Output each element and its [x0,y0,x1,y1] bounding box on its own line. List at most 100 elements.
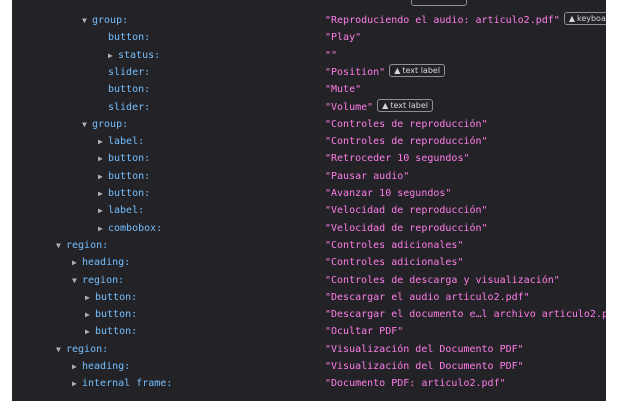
role-label: ▶ combobox: [98,220,162,237]
role-text: button: [95,326,138,338]
accessible-name: "Mute" [325,81,361,98]
tree-row[interactable]: ▶ internal frame: "Documento PDF: articulo… [12,375,606,392]
accessible-name: "Retroceder 10 segundos" [325,150,470,167]
name-text: "Visualización del Documento PDF" [325,343,524,355]
triangle-right-icon[interactable]: ▶ [98,150,108,167]
tree-row[interactable]: ▶ combobox: "Velocidad de reproducción" [12,220,606,237]
triangle-right-icon[interactable]: ▶ [98,185,108,202]
role-label: ▼ group: [82,12,128,29]
accessible-name: "Descargar el audio articulo2.pdf" [325,289,530,306]
role-text: button: [95,291,138,303]
role-label: slider: [108,64,150,81]
name-text: "Position" [325,66,386,78]
accessible-name: "Visualización del Documento PDF" [325,358,524,375]
name-text: "Pausar audio" [325,170,410,182]
role-label: ▶ label: [98,202,144,219]
role-label: ▶ label: [98,133,144,150]
name-text: "Controles de descarga y visualización" [325,274,560,286]
accessible-name: "Ocultar PDF" [325,323,403,340]
name-text: "Velocidad de reproducción" [325,205,488,217]
tree-row[interactable]: ▶ button: "Ocultar PDF" [12,323,606,340]
name-text: "Controles de reproducción" [325,136,488,148]
triangle-right-icon[interactable]: ▶ [98,133,108,150]
role-label: ▶ heading: [72,358,130,375]
triangle-right-icon[interactable]: ▶ [72,254,82,271]
triangle-right-icon[interactable]: ▶ [72,375,82,392]
name-text: "Mute" [325,84,362,96]
triangle-down-icon[interactable]: ▼ [56,237,66,254]
tree-row[interactable]: ▶ heading: "Controles adicionales" [12,254,606,271]
accessible-name: "Controles de reproducción" [325,133,488,150]
tree-row[interactable]: ▶ heading: "Visualización del Documento PD… [12,358,606,375]
role-label: ▼ region: [56,237,108,254]
name-text: "Ocultar PDF" [325,326,404,338]
accessible-name: "Velocidad de reproducción" [325,220,488,237]
role-text: slider: [108,101,151,113]
tree-row[interactable]: ▶ button: "Retroceder 10 segundos" [12,150,606,167]
tree-row[interactable]: ▶ status: "" [12,47,606,64]
tree-row[interactable]: button: "Mute" [12,81,606,98]
role-text: button: [108,32,151,44]
accessibility-tree-panel: ▼ group: "Reproduciendo el audio: articulo… [12,0,606,401]
badge-text: text label [402,65,441,75]
name-text: "Documento PDF: articulo2.pdf" [325,378,506,390]
triangle-right-icon[interactable]: ▶ [98,168,108,185]
triangle-right-icon[interactable]: ▶ [98,202,108,219]
triangle-down-icon[interactable]: ▼ [56,341,66,358]
partial-badge [411,0,467,6]
tree-row[interactable]: ▼ group: "Reproduciendo el audio: articulo… [12,12,606,29]
badge-text: text label [390,100,429,110]
tree-row[interactable]: ▶ button: "Avanzar 10 segundos" [12,185,606,202]
tree-row[interactable]: slider: "Volume" ▲ text label [12,98,606,116]
accessible-name: "Controles adicionales" [325,237,463,254]
accessible-name: "" [325,47,337,64]
triangle-right-icon[interactable]: ▶ [98,220,108,237]
triangle-down-icon[interactable]: ▼ [82,12,92,29]
name-text: "" [325,49,338,61]
role-label: ▶ button: [85,323,137,340]
triangle-right-icon[interactable]: ▶ [85,306,95,323]
tree-row[interactable]: ▶ label: "Controles de reproducción" [12,133,606,150]
tree-row[interactable]: ▶ button: "Descargar el audio articulo2.pd… [12,289,606,306]
role-text: group: [92,118,129,130]
name-text: "Descargar el documento e…l archivo arti… [325,309,606,321]
role-label: button: [108,29,150,46]
keyboard-badge[interactable]: ▲keyboard [563,12,606,25]
triangle-right-icon[interactable]: ▶ [108,47,118,64]
name-text: "Avanzar 10 segundos" [325,188,452,199]
triangle-right-icon[interactable]: ▶ [72,358,82,375]
tree-row[interactable]: ▶ label: "Velocidad de reproducción" [12,202,606,219]
tree-row[interactable]: ▼ region: "Controles adicionales" [12,237,606,254]
role-label: ▶ button: [98,185,150,202]
role-text: button: [95,309,138,321]
accessible-name: "Visualización del Documento PDF" [325,341,524,358]
role-label: slider: [108,99,150,116]
accessible-name: "Volume" ▲ text label [325,98,434,116]
role-label: ▶ heading: [72,254,130,271]
accessible-name: "Controles de reproducción" [325,116,488,133]
role-text: label: [108,205,145,217]
name-text: "Controles adicionales" [325,239,464,251]
triangle-down-icon[interactable]: ▼ [72,272,82,289]
role-text: button: [108,170,151,182]
tree-row[interactable]: ▼ group: "Controles de reproducción" [12,116,606,133]
tree-row[interactable]: ▼ region: "Controles de descarga y visuali… [12,272,606,289]
triangle-down-icon[interactable]: ▼ [82,116,92,133]
accessible-name: "Avanzar 10 segundos" [325,185,451,202]
triangle-right-icon[interactable]: ▶ [85,323,95,340]
triangle-right-icon[interactable]: ▶ [85,289,95,306]
role-label: ▶ button: [85,306,137,323]
tree-row[interactable]: ▶ button: "Pausar audio" [12,168,606,185]
text-label-badge[interactable]: ▲ text label [389,63,446,77]
accessible-name: "Controles de descarga y visualización" [325,272,560,289]
role-text: status: [118,49,161,61]
tree-row[interactable]: slider: "Position" ▲ text label [12,63,606,81]
role-text: group: [92,15,129,26]
name-text: "Controles de reproducción" [325,118,488,130]
text-label-badge[interactable]: ▲ text label [377,98,434,112]
role-label: ▶ button: [98,150,150,167]
tree-row[interactable]: ▼ region: "Visualización del Documento PDF… [12,341,606,358]
tree-row[interactable]: ▶ button: "Descargar el documento e…l arch… [12,306,606,323]
tree-row[interactable]: button: "Play" [12,29,606,46]
accessible-name: "Documento PDF: articulo2.pdf" [325,375,506,392]
